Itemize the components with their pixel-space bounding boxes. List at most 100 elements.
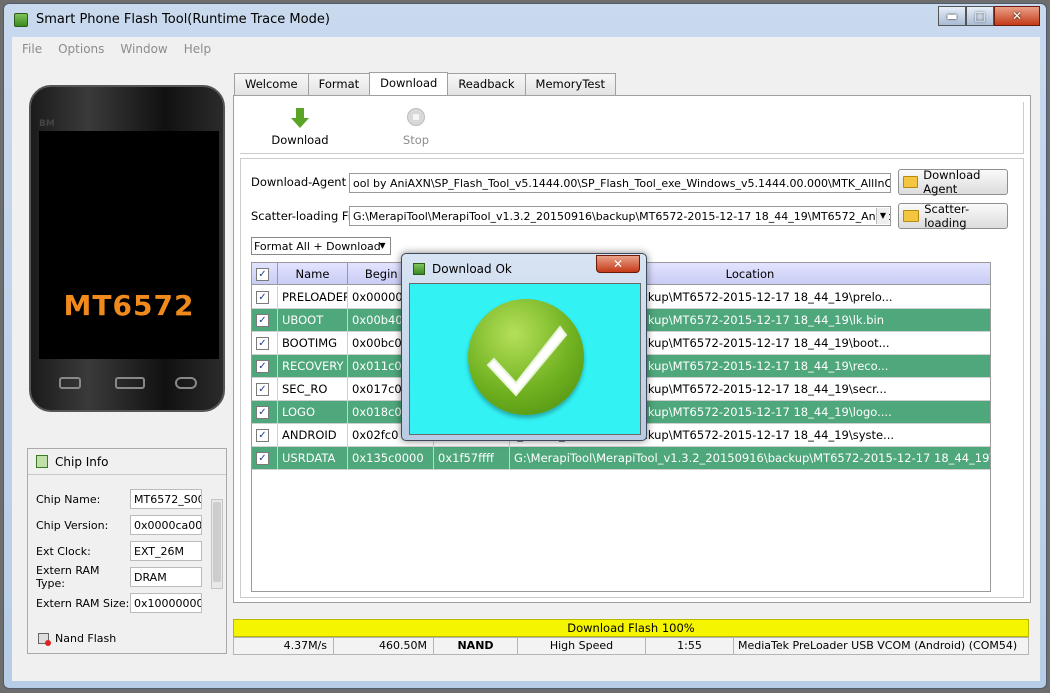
row-check-cell: ✓ bbox=[252, 447, 278, 470]
chevron-down-icon: ▼ bbox=[379, 241, 386, 250]
chip-name-value: MT6572_S00 bbox=[130, 489, 202, 509]
menu-help[interactable]: Help bbox=[184, 42, 211, 56]
download-arrow-icon bbox=[260, 108, 340, 128]
cell-name: LOGO bbox=[278, 401, 348, 424]
chip-version-label: Chip Version: bbox=[36, 518, 109, 532]
status-mode: High Speed bbox=[518, 638, 646, 654]
row-check-cell: ✓ bbox=[252, 378, 278, 401]
title-bar: Smart Phone Flash Tool(Runtime Trace Mod… bbox=[4, 4, 1046, 36]
menu-file[interactable]: File bbox=[22, 42, 42, 56]
cell-name: ANDROID bbox=[278, 424, 348, 447]
row-checkbox[interactable]: ✓ bbox=[256, 360, 269, 373]
ram-type-row: Extern RAM Type: DRAM bbox=[36, 564, 202, 590]
toolbar: Download Stop bbox=[240, 102, 1024, 154]
tab-readback[interactable]: Readback bbox=[447, 73, 526, 95]
scatter-loading-button[interactable]: Scatter-loading bbox=[898, 202, 1008, 230]
tab-memorytest[interactable]: MemoryTest bbox=[524, 73, 616, 95]
close-icon: ✕ bbox=[1011, 9, 1023, 23]
download-agent-button[interactable]: Download Agent bbox=[898, 168, 1008, 196]
scatter-label: Scatter-loading File bbox=[251, 209, 362, 223]
close-button[interactable]: ✕ bbox=[994, 6, 1040, 26]
cell-name: PRELOADER bbox=[278, 286, 348, 309]
ram-type-label: Extern RAM Type: bbox=[36, 564, 100, 590]
scatter-file-select[interactable]: G:\MerapiTool\MerapiTool_v1.3.2_20150916… bbox=[349, 206, 891, 226]
download-mode-value: Format All + Download bbox=[254, 240, 381, 253]
nand-flash-icon bbox=[38, 633, 51, 646]
ram-size-row: Extern RAM Size: 0x10000000 bbox=[36, 593, 202, 613]
stop-button[interactable]: Stop bbox=[376, 108, 456, 147]
maximize-button[interactable]: □ bbox=[966, 6, 994, 26]
cell-location: G:\MerapiTool\MerapiTool_v1.3.2_20150916… bbox=[510, 447, 990, 470]
table-row[interactable]: ✓ USRDATA 0x135c0000 0x1f57ffff G:\MerapiToo… bbox=[252, 447, 990, 470]
ram-size-label: Extern RAM Size: bbox=[36, 596, 130, 610]
phone-screen: MT6572 bbox=[39, 131, 219, 359]
ext-clock-value: EXT_26M bbox=[130, 541, 202, 561]
download-agent-label: Download-Agent bbox=[251, 175, 347, 189]
stop-icon bbox=[376, 108, 456, 128]
nand-flash-item[interactable]: Nand Flash bbox=[38, 632, 116, 646]
row-checkbox[interactable]: ✓ bbox=[256, 452, 269, 465]
dialog-title: Download Ok bbox=[432, 262, 512, 276]
progress-bar: Download Flash 100% bbox=[233, 619, 1029, 637]
app-icon bbox=[14, 13, 28, 27]
folder-icon bbox=[903, 176, 919, 188]
menu-window[interactable]: Window bbox=[120, 42, 167, 56]
download-button[interactable]: Download bbox=[260, 108, 340, 147]
download-mode-select[interactable]: Format All + Download ▼ bbox=[251, 237, 391, 255]
dialog-close-button[interactable]: ✕ bbox=[596, 255, 640, 273]
header-check[interactable]: ✓ bbox=[252, 263, 278, 285]
cell-name: UBOOT bbox=[278, 309, 348, 332]
row-check-cell: ✓ bbox=[252, 401, 278, 424]
stop-button-label: Stop bbox=[402, 133, 430, 147]
ram-type-value: DRAM bbox=[130, 567, 202, 587]
phone-image: BM MT6572 bbox=[29, 85, 225, 412]
cell-begin: 0x135c0000 bbox=[348, 447, 434, 470]
status-speed: 4.37M/s bbox=[234, 638, 334, 654]
row-checkbox[interactable]: ✓ bbox=[256, 314, 269, 327]
chip-info-header[interactable]: Chip Info bbox=[28, 449, 226, 475]
cell-name: SEC_RO bbox=[278, 378, 348, 401]
row-checkbox[interactable]: ✓ bbox=[256, 429, 269, 442]
row-checkbox[interactable]: ✓ bbox=[256, 337, 269, 350]
tab-download[interactable]: Download bbox=[369, 72, 449, 95]
back-key-icon bbox=[175, 377, 197, 389]
menu-options[interactable]: Options bbox=[58, 42, 104, 56]
chip-info-scrollbar[interactable] bbox=[211, 499, 223, 589]
window-controls: ▬ □ ✕ bbox=[938, 6, 1040, 26]
window-title: Smart Phone Flash Tool(Runtime Trace Mod… bbox=[36, 12, 330, 27]
chip-icon bbox=[36, 455, 48, 468]
chip-name-label: Chip Name: bbox=[36, 492, 101, 506]
cell-name: USRDATA bbox=[278, 447, 348, 470]
tab-format[interactable]: Format bbox=[307, 73, 371, 95]
status-port: MediaTek PreLoader USB VCOM (Android) (C… bbox=[738, 639, 1018, 652]
scrollbar-thumb[interactable] bbox=[213, 502, 221, 582]
status-time: 1:55 bbox=[646, 638, 734, 654]
phone-brand: BM bbox=[39, 119, 55, 129]
row-check-cell: ✓ bbox=[252, 424, 278, 447]
row-checkbox[interactable]: ✓ bbox=[256, 383, 269, 396]
tab-bar: Welcome Format Download Readback MemoryT… bbox=[234, 72, 616, 95]
chip-info-title: Chip Info bbox=[55, 454, 109, 469]
row-checkbox[interactable]: ✓ bbox=[256, 291, 269, 304]
minimize-button[interactable]: ▬ bbox=[938, 6, 966, 26]
chip-info-panel: Chip Info Chip Name: MT6572_S00 Chip Ver… bbox=[27, 448, 227, 654]
download-agent-field[interactable]: ool by AniAXN\SP_Flash_Tool_v5.1444.00\S… bbox=[349, 173, 891, 193]
chip-version-row: Chip Version: 0x0000ca00 bbox=[36, 515, 202, 535]
chip-version-value: 0x0000ca00 bbox=[130, 515, 202, 535]
status-size: 460.50M bbox=[334, 638, 434, 654]
header-name[interactable]: Name bbox=[278, 263, 348, 285]
row-check-cell: ✓ bbox=[252, 286, 278, 309]
row-check-cell: ✓ bbox=[252, 355, 278, 378]
home-key-icon bbox=[115, 377, 145, 389]
row-checkbox[interactable]: ✓ bbox=[256, 406, 269, 419]
select-all-checkbox[interactable]: ✓ bbox=[256, 268, 269, 281]
progress-text: Download Flash 100% bbox=[567, 621, 695, 635]
download-ok-dialog: Download Ok ✕ bbox=[401, 253, 647, 441]
tab-welcome[interactable]: Welcome bbox=[234, 73, 309, 95]
cell-name: BOOTIMG bbox=[278, 332, 348, 355]
ext-clock-row: Ext Clock: EXT_26M bbox=[36, 541, 202, 561]
scatter-file-path: G:\MerapiTool\MerapiTool_v1.3.2_20150916… bbox=[353, 210, 891, 223]
menu-bar: File Options Window Help bbox=[12, 37, 1040, 61]
download-button-label: Download bbox=[271, 133, 329, 147]
dialog-body bbox=[409, 283, 641, 435]
